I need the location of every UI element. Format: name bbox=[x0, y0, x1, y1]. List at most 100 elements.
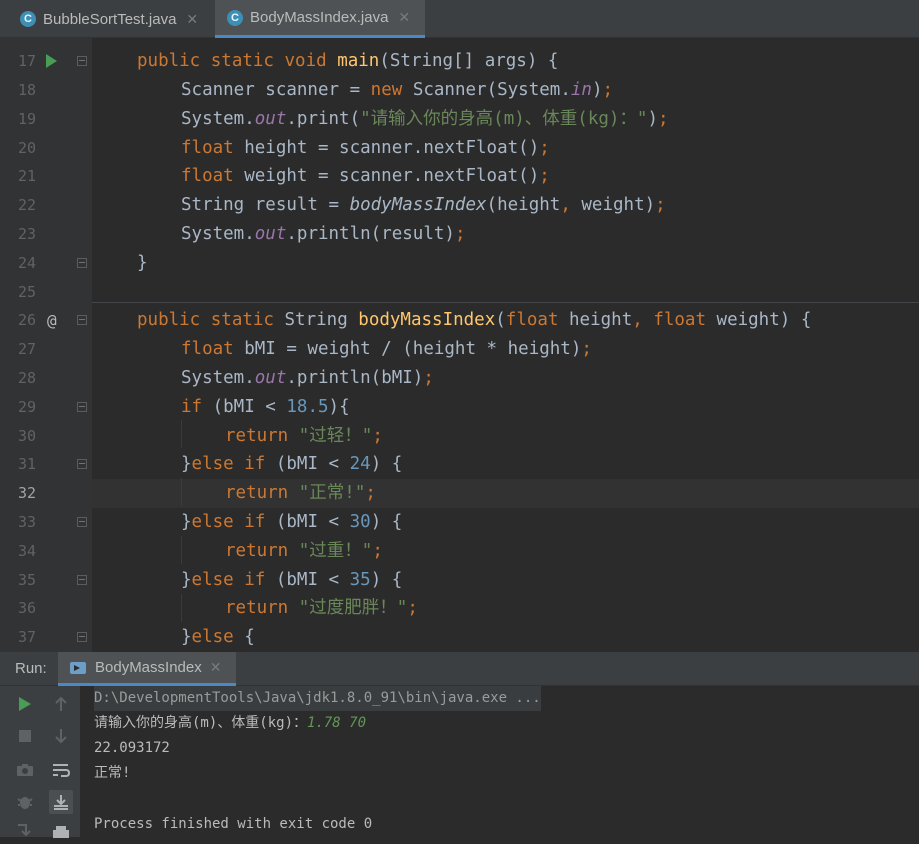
code-token: System. bbox=[181, 224, 255, 244]
run-tab-bodymassindex[interactable]: BodyMassIndex ✕ bbox=[58, 652, 236, 686]
code-token: else if bbox=[191, 570, 276, 590]
scroll-to-end-icon[interactable] bbox=[49, 790, 73, 814]
code-token: float bbox=[181, 138, 245, 158]
code-token: return bbox=[225, 541, 299, 561]
code-token: .print( bbox=[286, 109, 361, 129]
code-token: } bbox=[137, 253, 148, 273]
code-line-22: String result = bodyMassIndex(height, we… bbox=[181, 191, 666, 220]
close-icon[interactable]: ✕ bbox=[210, 659, 222, 676]
code-line-23: System.out.println(result); bbox=[181, 220, 466, 249]
code-token: System. bbox=[181, 368, 255, 388]
code-token: bodyMassIndex bbox=[358, 310, 496, 330]
code-token: else if bbox=[191, 454, 276, 474]
line-number: 22 bbox=[17, 196, 36, 214]
code-token: new bbox=[370, 80, 413, 100]
rerun-icon[interactable] bbox=[13, 692, 37, 716]
code-token: } bbox=[181, 512, 192, 532]
console-bmi-output: 22.093172 bbox=[94, 740, 170, 756]
code-token: else if bbox=[191, 512, 276, 532]
debug-icon[interactable] bbox=[13, 790, 37, 814]
run-console[interactable]: D:\DevelopmentTools\Java\jdk1.8.0_91\bin… bbox=[0, 686, 919, 838]
scroll-up-icon[interactable] bbox=[49, 692, 73, 716]
close-icon[interactable]: ✕ bbox=[398, 9, 410, 26]
code-token: out bbox=[254, 109, 287, 129]
console-user-input: 1.78 70 bbox=[307, 715, 367, 731]
scroll-down-icon[interactable] bbox=[49, 724, 73, 748]
tab-bubblesorttest[interactable]: BubbleSortTest.java ✕ bbox=[8, 0, 213, 38]
stop-icon[interactable] bbox=[13, 724, 37, 748]
fold-icon[interactable] bbox=[77, 632, 87, 642]
line-number: 18 bbox=[17, 81, 36, 99]
run-icon[interactable] bbox=[46, 54, 57, 68]
line-number: 37 bbox=[17, 628, 36, 646]
print-icon[interactable] bbox=[49, 820, 73, 844]
console-prompt-line: 请输入你的身高(m)、体重(kg)：1.78 70 bbox=[94, 711, 366, 736]
line-number: 25 bbox=[17, 283, 36, 301]
code-token: 30 bbox=[349, 512, 371, 532]
code-token: .println(bMI) bbox=[286, 368, 424, 388]
line-number: 27 bbox=[17, 340, 36, 358]
code-token: ; bbox=[602, 80, 614, 100]
line-number: 24 bbox=[17, 254, 36, 272]
code-line-17: public static void main(String[] args) { bbox=[137, 47, 558, 76]
code-token: weight) { bbox=[716, 310, 812, 330]
method-separator bbox=[92, 302, 919, 303]
indent-guide bbox=[181, 478, 182, 506]
code-line-20: float height = scanner.nextFloat(); bbox=[181, 134, 550, 163]
close-icon[interactable]: ✕ bbox=[186, 11, 198, 28]
code-token: return bbox=[225, 483, 299, 503]
fold-icon[interactable] bbox=[77, 402, 87, 412]
code-token: (height bbox=[486, 195, 561, 215]
code-token: { bbox=[244, 627, 255, 647]
fold-icon[interactable] bbox=[77, 258, 87, 268]
code-token: ) bbox=[591, 80, 603, 100]
code-token: float bbox=[181, 166, 245, 186]
pin-tab-icon[interactable] bbox=[13, 818, 37, 842]
line-number: 30 bbox=[17, 427, 36, 445]
line-number: 29 bbox=[17, 398, 36, 416]
code-token: .println(result) bbox=[286, 224, 455, 244]
code-line-35: }else if (bMI < 35) { bbox=[181, 566, 402, 595]
code-token: Scanner(System. bbox=[412, 80, 571, 100]
fold-icon[interactable] bbox=[77, 315, 87, 325]
line-number: 20 bbox=[17, 139, 36, 157]
code-token: height bbox=[569, 310, 633, 330]
line-number: 34 bbox=[17, 542, 36, 560]
code-token: float bbox=[653, 310, 717, 330]
code-token: return bbox=[225, 426, 299, 446]
code-token: out bbox=[254, 224, 287, 244]
tab-label: BodyMassIndex.java bbox=[250, 9, 389, 26]
code-token: ) { bbox=[370, 570, 403, 590]
console-exit-message: Process finished with exit code 0 bbox=[94, 816, 373, 832]
fold-icon[interactable] bbox=[77, 459, 87, 469]
code-token: ; bbox=[658, 109, 669, 129]
code-token: System. bbox=[181, 109, 255, 129]
code-editor[interactable]: 17 18 19 20 21 22 23 24 25 26 27 28 29 3… bbox=[0, 38, 919, 652]
tab-bodymassindex[interactable]: BodyMassIndex.java ✕ bbox=[215, 0, 425, 38]
java-class-icon bbox=[20, 11, 36, 27]
code-line-19: System.out.print("请输入你的身高(m)、体重(kg)："); bbox=[181, 105, 669, 134]
code-token: , bbox=[632, 310, 654, 330]
code-token: ; bbox=[539, 166, 550, 186]
camera-icon[interactable] bbox=[13, 758, 37, 782]
line-number: 36 bbox=[17, 599, 36, 617]
fold-icon[interactable] bbox=[77, 575, 87, 585]
code-token: String bbox=[284, 310, 359, 330]
code-token: ; bbox=[581, 339, 592, 359]
soft-wrap-icon[interactable] bbox=[49, 758, 73, 782]
code-token: return bbox=[225, 598, 299, 618]
indent-guide bbox=[181, 536, 182, 564]
code-token: (bMI < bbox=[212, 397, 287, 417]
override-icon[interactable]: @ bbox=[47, 306, 57, 335]
code-token: String result = bbox=[181, 195, 350, 215]
line-number: 26 bbox=[17, 311, 36, 329]
fold-icon[interactable] bbox=[77, 56, 87, 66]
console-result-output: 正常! bbox=[94, 765, 131, 781]
code-line-28: System.out.println(bMI); bbox=[181, 364, 434, 393]
line-number: 35 bbox=[17, 571, 36, 589]
code-token: } bbox=[181, 627, 192, 647]
code-token: ( bbox=[495, 310, 506, 330]
line-number-current: 32 bbox=[17, 484, 36, 502]
code-token: ; bbox=[407, 598, 418, 618]
fold-icon[interactable] bbox=[77, 517, 87, 527]
